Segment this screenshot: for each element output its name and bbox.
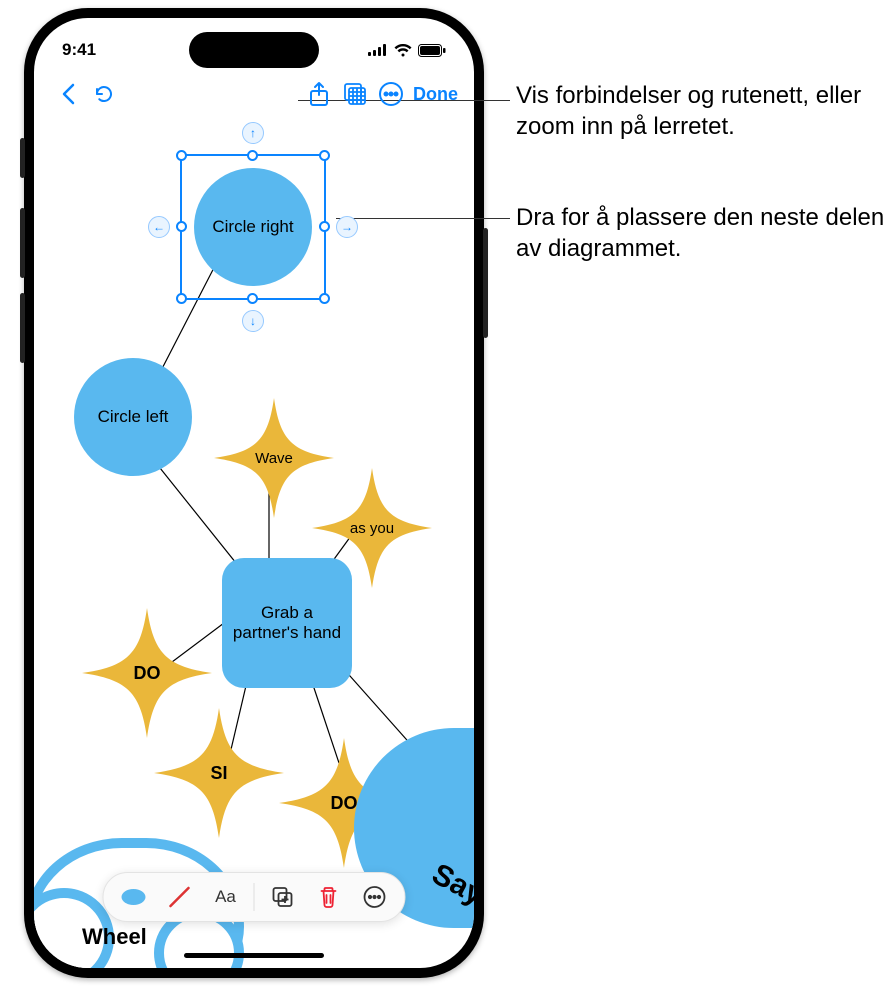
share-button[interactable] [301, 76, 337, 112]
copy-tool[interactable] [261, 875, 305, 919]
node-star-asyou[interactable]: as you [312, 468, 432, 588]
node-label: as you [350, 520, 394, 537]
signal-icon [368, 44, 388, 56]
resize-handle-ne[interactable] [319, 150, 330, 161]
volume-down-button [20, 293, 25, 363]
more-button[interactable] [373, 76, 409, 112]
arrow-left-icon: ← [153, 221, 165, 233]
resize-handle-w[interactable] [176, 221, 187, 232]
node-label: SI [210, 763, 227, 784]
phone-frame: 9:41 [24, 8, 484, 978]
add-connector-left[interactable]: ← [148, 216, 170, 238]
resize-handle-nw[interactable] [176, 150, 187, 161]
more-tool[interactable] [353, 875, 397, 919]
arrow-up-icon: ↑ [250, 127, 256, 139]
side-button [20, 138, 25, 178]
callout-leader [336, 218, 510, 219]
status-time: 9:41 [62, 40, 96, 60]
add-connector-down[interactable]: ↓ [242, 310, 264, 332]
grid-button[interactable] [337, 76, 373, 112]
node-star-si[interactable]: SI [154, 708, 284, 838]
wifi-icon [394, 44, 412, 57]
fill-tool[interactable] [112, 875, 156, 919]
arrow-down-icon: ↓ [250, 315, 256, 327]
add-connector-up[interactable]: ↑ [242, 122, 264, 144]
diagram-canvas[interactable]: Circle left Grab a partner's hand Wave a… [34, 18, 474, 968]
volume-up-button [20, 208, 25, 278]
dynamic-island [189, 32, 319, 68]
text-tool[interactable]: Aa [204, 875, 248, 919]
back-button[interactable] [50, 76, 86, 112]
resize-handle-s[interactable] [247, 293, 258, 304]
done-button[interactable]: Done [413, 84, 458, 105]
node-label: DO [134, 663, 161, 684]
format-toolbar: Aa [103, 872, 406, 922]
node-label: DO [331, 793, 358, 814]
power-button [483, 228, 488, 338]
screen: 9:41 [34, 18, 474, 968]
node-circle-left[interactable]: Circle left [74, 358, 192, 476]
node-label: Circle left [98, 407, 169, 427]
callout-drag: Dra for å plassere den neste delen av di… [516, 202, 896, 264]
resize-handle-n[interactable] [247, 150, 258, 161]
battery-icon [418, 44, 446, 57]
node-label: Grab a partner's hand [230, 603, 344, 643]
arrow-right-icon: → [341, 221, 353, 233]
resize-handle-se[interactable] [319, 293, 330, 304]
resize-handle-e[interactable] [319, 221, 330, 232]
resize-handle-sw[interactable] [176, 293, 187, 304]
top-toolbar: Done [34, 72, 474, 116]
callout-grid: Vis forbindelser og rutenett, eller zoom… [516, 80, 896, 142]
undo-button[interactable] [86, 76, 122, 112]
node-label-wheel: Wheel [82, 924, 147, 950]
node-label: Wave [255, 450, 293, 467]
home-indicator[interactable] [184, 953, 324, 958]
delete-tool[interactable] [307, 875, 351, 919]
toolbar-divider [254, 883, 255, 911]
stroke-tool[interactable] [158, 875, 202, 919]
selection-box[interactable]: ↑ ↓ ← → [180, 154, 326, 300]
add-connector-right[interactable]: → [336, 216, 358, 238]
